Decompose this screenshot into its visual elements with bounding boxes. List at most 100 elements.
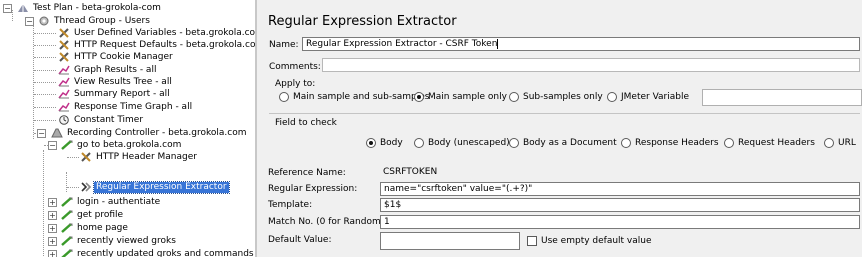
comments-field[interactable]: [322, 58, 860, 72]
tree-item-label: Response Time Graph - all: [74, 102, 193, 112]
default-value-field[interactable]: [380, 232, 520, 250]
regex-label: Regular Expression:: [268, 184, 358, 194]
radio-label: Request Headers: [738, 138, 815, 148]
radio-label: Response Headers: [635, 138, 719, 148]
sampler-icon: [61, 236, 73, 246]
tree-item-http-header-manager[interactable]: HTTP Header Manager: [0, 152, 255, 163]
default-value-label: Default Value:: [268, 235, 332, 245]
radio-label: Sub-samples only: [523, 92, 603, 102]
radio-body-as-document[interactable]: [509, 138, 519, 148]
tree-item-label: go to beta.grokola.com: [77, 140, 182, 150]
template-value: $1$: [384, 200, 402, 210]
match-no-label: Match No. (0 for Random):: [268, 217, 388, 227]
match-no-field[interactable]: 1: [380, 215, 860, 229]
test-plan-icon: [18, 4, 28, 12]
divider: [269, 113, 860, 114]
tree-item-constant-timer[interactable]: Constant Timer: [0, 115, 255, 126]
tree-item-label: Recording Controller - beta.grokola.com: [67, 128, 247, 138]
tree-item-label: Constant Timer: [74, 115, 144, 125]
collapse-icon[interactable]: −: [48, 141, 57, 150]
tree-item-home-page[interactable]: + home page: [0, 223, 255, 234]
expand-icon[interactable]: +: [48, 224, 57, 233]
tree-item-label: Regular Expression Extractor: [93, 181, 230, 194]
radio-main-sample-only[interactable]: [414, 92, 424, 102]
field-to-check-label: Field to check: [275, 118, 337, 128]
tree-item-summary-report[interactable]: Summary Report - all: [0, 89, 255, 100]
tree-item-regular-expression-extractor[interactable]: Regular Expression Extractor: [0, 181, 255, 194]
tree-item-user-defined-variables[interactable]: User Defined Variables - beta.grokola.co…: [0, 28, 257, 39]
apply-to-label: Apply to:: [275, 79, 316, 89]
tree-item-http-cookie-manager[interactable]: HTTP Cookie Manager: [0, 52, 255, 63]
radio-label: URL: [838, 138, 856, 148]
expand-icon[interactable]: +: [48, 237, 57, 246]
tree-item-graph-results[interactable]: Graph Results - all: [0, 65, 255, 76]
listener-icon: [58, 89, 70, 99]
tree-item-recently-updated-groks[interactable]: + recently updated groks and commands: [0, 249, 255, 257]
config-element-icon: [59, 40, 69, 50]
controller-icon: [51, 128, 63, 138]
radio-main-and-sub-samples[interactable]: [279, 92, 289, 102]
name-field[interactable]: Regular Expression Extractor - CSRF Toke…: [302, 37, 860, 51]
jmeter-variable-field[interactable]: [702, 89, 862, 106]
radio-label: Main sample and sub-samples: [293, 92, 430, 102]
listener-icon: [58, 65, 70, 75]
radio-url[interactable]: [824, 138, 834, 148]
tree-item-recording-controller[interactable]: − Recording Controller - beta.grokola.co…: [0, 128, 255, 139]
field-to-check-group: Field to check Body Body (unescaped) Bod…: [269, 118, 860, 156]
radio-request-headers[interactable]: [724, 138, 734, 148]
post-processor-icon: [81, 182, 92, 192]
match-no-value: 1: [384, 217, 390, 227]
thread-group-icon: [39, 16, 49, 26]
tree-item-label: Summary Report - all: [74, 89, 170, 99]
config-element-icon: [81, 152, 91, 162]
use-empty-default-label: Use empty default value: [541, 236, 652, 246]
sampler-icon: [61, 210, 73, 220]
expand-icon[interactable]: +: [48, 211, 57, 220]
radio-label: Body: [380, 138, 403, 148]
radio-response-headers[interactable]: [621, 138, 631, 148]
tree-item-label: get profile: [77, 210, 124, 220]
extractor-panel: Regular Expression Extractor Name: Regul…: [260, 0, 862, 257]
sampler-icon: [61, 249, 73, 257]
collapse-icon[interactable]: −: [37, 129, 46, 138]
radio-body[interactable]: [366, 138, 376, 148]
use-empty-default-checkbox[interactable]: [527, 236, 537, 246]
config-element-icon: [59, 52, 69, 62]
reference-name-label: Reference Name:: [268, 168, 346, 178]
radio-label: Main sample only: [428, 92, 507, 102]
comments-label: Comments:: [269, 62, 321, 72]
tree-item-thread-group[interactable]: − Thread Group - Users: [0, 16, 255, 27]
tree-item-go-to-beta[interactable]: − go to beta.grokola.com: [0, 140, 255, 151]
collapse-icon[interactable]: −: [25, 17, 34, 26]
sampler-icon: [61, 223, 73, 233]
tree-item-view-results-tree[interactable]: View Results Tree - all: [0, 77, 255, 88]
radio-body-unescaped[interactable]: [414, 138, 424, 148]
tree-item-label: User Defined Variables - beta.grokola.co…: [74, 28, 257, 38]
expand-icon[interactable]: +: [48, 250, 57, 257]
reference-name-field[interactable]: CSRFTOKEN: [380, 166, 860, 180]
template-field[interactable]: $1$: [380, 198, 860, 212]
radio-jmeter-variable[interactable]: [607, 92, 617, 102]
name-field-value: Regular Expression Extractor - CSRF Toke…: [306, 39, 498, 49]
regex-value: name="csrftoken" value="(.+?)": [384, 184, 533, 194]
radio-label: Body (unescaped): [428, 138, 510, 148]
tree-item-response-time-graph[interactable]: Response Time Graph - all: [0, 102, 255, 113]
tree-item-label: Test Plan - beta-grokola-com: [33, 3, 161, 13]
reference-name-value: CSRFTOKEN: [383, 167, 438, 177]
tree-item-login[interactable]: + login - authentiate: [0, 197, 255, 208]
tree-item-http-request-defaults[interactable]: HTTP Request Defaults - beta.grokola.com: [0, 40, 255, 51]
radio-label: JMeter Variable: [621, 92, 690, 102]
collapse-icon[interactable]: −: [3, 4, 12, 13]
tree-item-recently-viewed-groks[interactable]: + recently viewed groks: [0, 236, 255, 247]
template-label: Template:: [268, 200, 313, 210]
radio-sub-samples-only[interactable]: [509, 92, 519, 102]
expand-icon[interactable]: +: [48, 198, 57, 207]
sampler-icon: [61, 197, 73, 207]
config-element-icon: [59, 28, 69, 38]
regex-field[interactable]: name="csrftoken" value="(.+?)": [380, 182, 860, 196]
tree-item-get-profile[interactable]: + get profile: [0, 210, 255, 221]
tree-item-test-plan[interactable]: − Test Plan - beta-grokola-com: [0, 3, 255, 14]
tree-item-label: Graph Results - all: [74, 65, 157, 75]
test-plan-tree[interactable]: − Test Plan - beta-grokola-com − Thread …: [0, 0, 257, 257]
sampler-icon: [61, 140, 73, 150]
